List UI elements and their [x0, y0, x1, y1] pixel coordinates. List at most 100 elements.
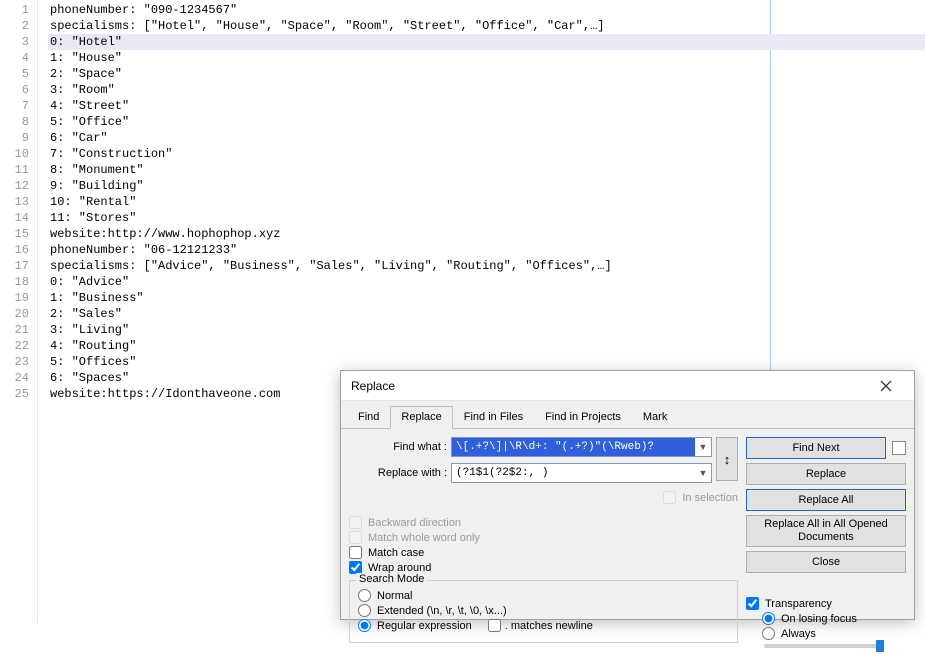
match-case-label: Match case: [368, 547, 424, 559]
close-icon[interactable]: [866, 374, 906, 398]
tab-mark[interactable]: Mark: [632, 406, 678, 429]
line-number: 19: [2, 290, 29, 306]
transparency-option[interactable]: Transparency: [746, 597, 906, 610]
tab-find-in-files[interactable]: Find in Files: [453, 406, 534, 429]
line-number: 3: [2, 34, 29, 50]
mode-normal-label: Normal: [377, 590, 412, 602]
transparency-slider[interactable]: [764, 644, 884, 648]
transparency-always-radio[interactable]: [762, 627, 775, 640]
replace-with-label: Replace with :: [349, 467, 447, 479]
mode-extended-option[interactable]: Extended (\n, \r, \t, \0, \x...): [358, 604, 729, 617]
replace-with-combo[interactable]: ▼: [451, 463, 712, 483]
code-line[interactable]: 0: "Hotel": [48, 34, 925, 50]
dialog-left-column: Find what : ▼ Replace with : ▼: [349, 437, 738, 648]
mode-extended-radio[interactable]: [358, 604, 371, 617]
mode-regex-option[interactable]: Regular expression . matches newline: [358, 619, 729, 632]
replace-with-input[interactable]: [452, 464, 695, 482]
replace-all-opened-button[interactable]: Replace All in All Opened Documents: [746, 515, 906, 547]
mode-normal-radio[interactable]: [358, 589, 371, 602]
match-case-checkbox[interactable]: [349, 546, 362, 559]
dialog-titlebar[interactable]: Replace: [341, 371, 914, 401]
backward-label: Backward direction: [368, 517, 461, 529]
code-line[interactable]: 3: "Living": [48, 322, 925, 338]
line-number-gutter: 1234567891011121314151617181920212223242…: [0, 0, 38, 623]
transparency-checkbox[interactable]: [746, 597, 759, 610]
line-number: 2: [2, 18, 29, 34]
line-number: 23: [2, 354, 29, 370]
tab-find[interactable]: Find: [347, 406, 390, 429]
line-number: 7: [2, 98, 29, 114]
find-what-label: Find what :: [349, 441, 447, 453]
find-next-button[interactable]: Find Next: [746, 437, 886, 459]
line-number: 4: [2, 50, 29, 66]
code-line[interactable]: 3: "Room": [48, 82, 925, 98]
dialog-body: Find what : ▼ Replace with : ▼: [341, 429, 914, 658]
code-line[interactable]: 11: "Stores": [48, 210, 925, 226]
swap-icon: ↕: [724, 452, 731, 467]
dialog-right-column: Find Next Replace Replace All Replace Al…: [746, 437, 906, 648]
transparency-losing-focus-radio[interactable]: [762, 612, 775, 625]
backward-checkbox: [349, 516, 362, 529]
replace-all-button[interactable]: Replace All: [746, 489, 906, 511]
line-number: 6: [2, 82, 29, 98]
code-line[interactable]: phoneNumber: "090-1234567": [48, 2, 925, 18]
replace-dialog: Replace Find Replace Find in Files Find …: [340, 370, 915, 620]
code-line[interactable]: 2: "Space": [48, 66, 925, 82]
search-mode-legend: Search Mode: [356, 573, 427, 585]
code-line[interactable]: 7: "Construction": [48, 146, 925, 162]
line-number: 21: [2, 322, 29, 338]
code-line[interactable]: 10: "Rental": [48, 194, 925, 210]
code-line[interactable]: 0: "Advice": [48, 274, 925, 290]
whole-word-option: Match whole word only: [349, 531, 738, 544]
code-line[interactable]: 1: "Business": [48, 290, 925, 306]
code-line[interactable]: 9: "Building": [48, 178, 925, 194]
line-number: 20: [2, 306, 29, 322]
chevron-down-icon[interactable]: ▼: [695, 468, 711, 478]
transparency-always-label: Always: [781, 628, 816, 640]
code-line[interactable]: 8: "Monument": [48, 162, 925, 178]
code-line[interactable]: 5: "Offices": [48, 354, 925, 370]
code-line[interactable]: specialisms: ["Advice", "Business", "Sal…: [48, 258, 925, 274]
close-button[interactable]: Close: [746, 551, 906, 573]
tab-replace[interactable]: Replace: [390, 406, 452, 429]
code-line[interactable]: 4: "Street": [48, 98, 925, 114]
code-line[interactable]: 2: "Sales": [48, 306, 925, 322]
dialog-title: Replace: [351, 379, 866, 393]
find-what-input[interactable]: [452, 438, 695, 456]
find-what-combo[interactable]: ▼: [451, 437, 712, 457]
code-line[interactable]: 5: "Office": [48, 114, 925, 130]
transparency-losing-focus-option[interactable]: On losing focus: [762, 612, 906, 625]
code-line[interactable]: 6: "Car": [48, 130, 925, 146]
code-line[interactable]: specialisms: ["Hotel", "House", "Space",…: [48, 18, 925, 34]
line-number: 25: [2, 386, 29, 402]
dot-newline-checkbox[interactable]: [488, 619, 501, 632]
replace-button[interactable]: Replace: [746, 463, 906, 485]
search-mode-group: Search Mode Normal Extended (\n, \r, \t,…: [349, 580, 738, 643]
code-line[interactable]: 1: "House": [48, 50, 925, 66]
code-line[interactable]: 4: "Routing": [48, 338, 925, 354]
wrap-around-label: Wrap around: [368, 562, 431, 574]
line-number: 17: [2, 258, 29, 274]
line-number: 12: [2, 178, 29, 194]
in-selection-option: In selection: [663, 491, 738, 504]
transparency-always-option[interactable]: Always: [762, 627, 906, 640]
line-number: 10: [2, 146, 29, 162]
tab-find-in-projects[interactable]: Find in Projects: [534, 406, 632, 429]
code-line[interactable]: website:http://www.hophophop.xyz: [48, 226, 925, 242]
match-case-option[interactable]: Match case: [349, 546, 738, 559]
mode-normal-option[interactable]: Normal: [358, 589, 729, 602]
mode-regex-radio[interactable]: [358, 619, 371, 632]
line-number: 22: [2, 338, 29, 354]
chevron-down-icon[interactable]: ▼: [695, 442, 711, 452]
find-next-aux-checkbox[interactable]: [892, 441, 906, 455]
in-selection-checkbox: [663, 491, 676, 504]
dot-newline-label: . matches newline: [505, 620, 593, 632]
whole-word-label: Match whole word only: [368, 532, 480, 544]
slider-thumb-icon[interactable]: [876, 640, 884, 652]
code-line[interactable]: phoneNumber: "06-12121233": [48, 242, 925, 258]
line-number: 9: [2, 130, 29, 146]
line-number: 11: [2, 162, 29, 178]
line-number: 16: [2, 242, 29, 258]
line-number: 14: [2, 210, 29, 226]
swap-button[interactable]: ↕: [716, 437, 738, 481]
